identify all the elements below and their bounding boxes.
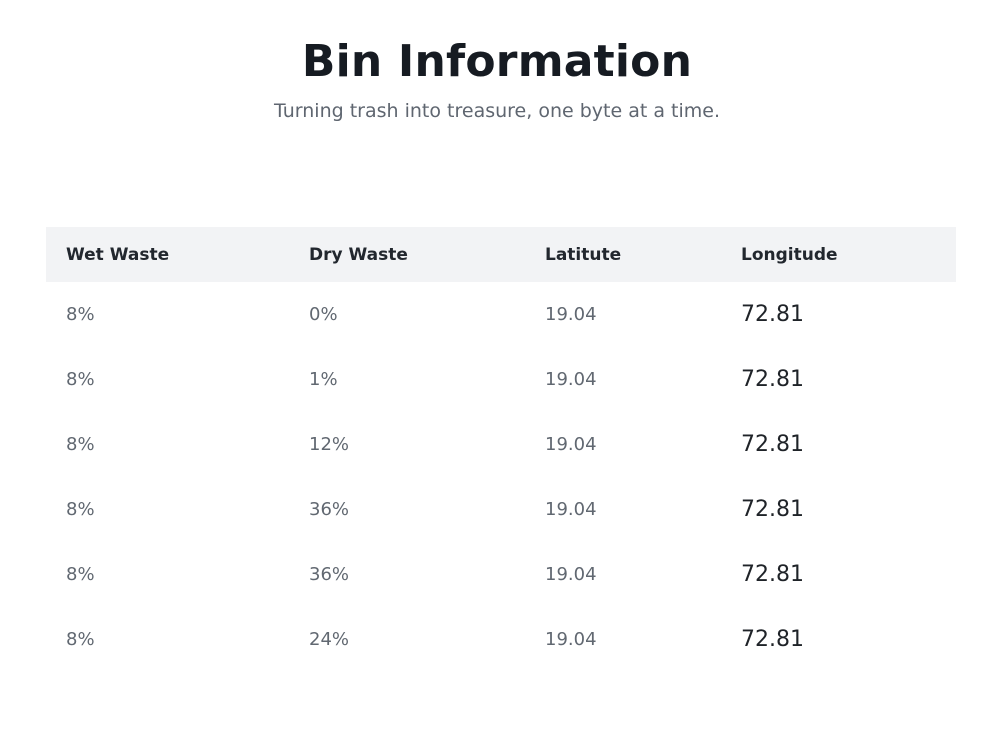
longitude-cell: 72.81 (741, 627, 804, 652)
longitude-cell: 72.81 (741, 497, 804, 522)
table-row: 8% 0% 19.04 72.81 (46, 282, 956, 347)
column-header-dry-waste: Dry Waste (309, 244, 408, 265)
bin-information-table-container: Wet Waste Dry Waste Latitute Longitude 8… (46, 227, 956, 672)
table-row: 8% 36% 19.04 72.81 (46, 477, 956, 542)
table-row: 8% 12% 19.04 72.81 (46, 412, 956, 477)
dry-waste-cell: 36% (309, 499, 350, 520)
latitude-cell: 19.04 (545, 304, 597, 325)
page-title: Bin Information (301, 36, 693, 87)
table-header: Wet Waste Dry Waste Latitute Longitude (46, 227, 956, 282)
wet-waste-cell: 8% (66, 369, 95, 390)
latitude-cell: 19.04 (545, 434, 597, 455)
latitude-cell: 19.04 (545, 629, 597, 650)
table-row: 8% 36% 19.04 72.81 (46, 542, 956, 607)
wet-waste-cell: 8% (66, 434, 95, 455)
latitude-cell: 19.04 (545, 369, 597, 390)
table-header-row: Wet Waste Dry Waste Latitute Longitude (46, 227, 956, 282)
wet-waste-cell: 8% (66, 629, 95, 650)
bin-information-table: Wet Waste Dry Waste Latitute Longitude 8… (46, 227, 956, 672)
dry-waste-cell: 24% (309, 629, 350, 650)
wet-waste-cell: 8% (66, 304, 95, 325)
table-row: 8% 24% 19.04 72.81 (46, 607, 956, 672)
column-header-longitude: Longitude (741, 244, 838, 265)
page-subtitle: Turning trash into treasure, one byte at… (274, 100, 720, 122)
column-header-wet-waste: Wet Waste (66, 244, 170, 265)
dry-waste-cell: 12% (309, 434, 350, 455)
longitude-cell: 72.81 (741, 562, 804, 587)
dry-waste-cell: 0% (309, 304, 338, 325)
dry-waste-cell: 36% (309, 564, 350, 585)
table-body: 8% 0% 19.04 72.81 8% 1% 19.04 72.81 8% 1… (46, 282, 956, 672)
longitude-cell: 72.81 (741, 432, 804, 457)
longitude-cell: 72.81 (741, 302, 804, 327)
latitude-cell: 19.04 (545, 499, 597, 520)
latitude-cell: 19.04 (545, 564, 597, 585)
table-row: 8% 1% 19.04 72.81 (46, 347, 956, 412)
wet-waste-cell: 8% (66, 564, 95, 585)
wet-waste-cell: 8% (66, 499, 95, 520)
dry-waste-cell: 1% (309, 369, 338, 390)
column-header-latitute: Latitute (545, 244, 622, 265)
longitude-cell: 72.81 (741, 367, 804, 392)
